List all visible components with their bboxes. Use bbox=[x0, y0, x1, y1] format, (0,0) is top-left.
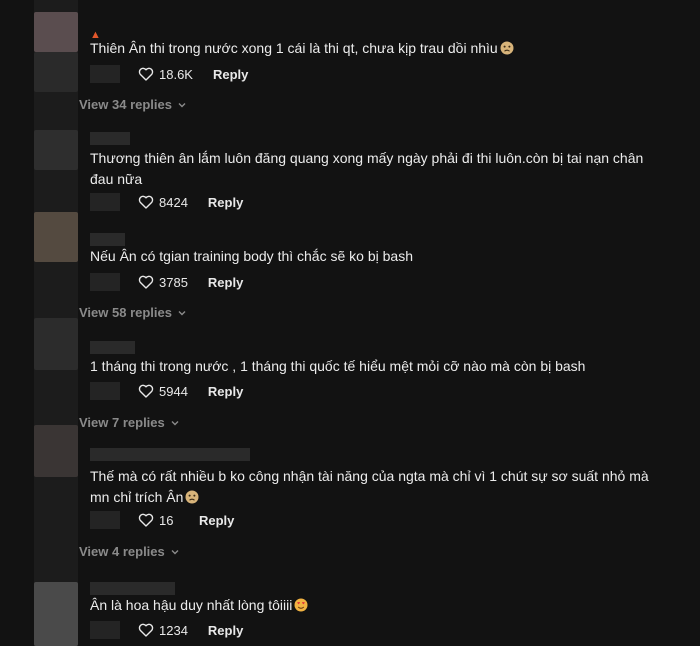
chevron-down-icon bbox=[171, 420, 179, 425]
reply-button[interactable]: Reply bbox=[208, 195, 243, 210]
like-count: 3785 bbox=[159, 274, 188, 290]
like-count: 18.6K bbox=[159, 66, 193, 82]
comment-username[interactable] bbox=[90, 233, 125, 246]
like-count: 16 bbox=[159, 512, 174, 528]
view-replies-button[interactable]: View 7 replies bbox=[79, 415, 180, 430]
comment-time bbox=[90, 273, 120, 291]
like-count: 5944 bbox=[159, 383, 188, 399]
view-replies-button[interactable]: View 58 replies bbox=[79, 305, 187, 320]
comment-text: 1 tháng thi trong nước , 1 tháng thi quố… bbox=[90, 358, 586, 374]
view-replies-button[interactable]: View 34 replies bbox=[79, 97, 187, 112]
reply-button[interactable]: Reply bbox=[199, 513, 234, 528]
comment-time bbox=[90, 382, 120, 400]
sad-face-icon bbox=[500, 41, 514, 55]
like-count: 1234 bbox=[159, 622, 188, 638]
comment-actions: 3785 Reply bbox=[90, 272, 243, 292]
like-count: 8424 bbox=[159, 194, 188, 210]
heart-icon[interactable] bbox=[138, 383, 154, 399]
heart-icon[interactable] bbox=[138, 66, 154, 82]
chevron-down-icon bbox=[171, 549, 179, 554]
comment-actions: 8424 Reply bbox=[90, 192, 243, 212]
sad-face-icon bbox=[185, 490, 199, 504]
reply-button[interactable]: Reply bbox=[208, 384, 243, 399]
avatar[interactable] bbox=[34, 12, 78, 52]
comment-time bbox=[90, 621, 120, 639]
heart-icon[interactable] bbox=[138, 512, 154, 528]
reply-button[interactable]: Reply bbox=[208, 623, 243, 638]
comment-time bbox=[90, 193, 120, 211]
heart-eyes-face-icon bbox=[294, 598, 308, 612]
comment-actions: 18.6K Reply bbox=[90, 64, 248, 84]
chevron-down-icon bbox=[178, 102, 186, 107]
heart-icon[interactable] bbox=[138, 622, 154, 638]
comment-username[interactable] bbox=[90, 582, 175, 595]
heart-icon[interactable] bbox=[138, 194, 154, 210]
comment-actions: 5944 Reply bbox=[90, 381, 243, 401]
comment-actions: 16 Reply bbox=[90, 510, 234, 530]
reply-button[interactable]: Reply bbox=[213, 67, 248, 82]
avatar[interactable] bbox=[34, 425, 78, 477]
comment-time bbox=[90, 511, 120, 529]
avatar[interactable] bbox=[34, 212, 78, 262]
comment-time bbox=[90, 65, 120, 83]
comment-actions: 1234 Reply bbox=[90, 620, 243, 640]
avatar[interactable] bbox=[34, 318, 78, 370]
comment-username[interactable] bbox=[90, 341, 135, 354]
reply-button[interactable]: Reply bbox=[208, 275, 243, 290]
comment-text: Thương thiên ân lắm luôn đăng quang xong… bbox=[90, 150, 644, 187]
avatar bbox=[34, 52, 78, 92]
view-replies-button[interactable]: View 4 replies bbox=[79, 544, 180, 559]
comment-username[interactable] bbox=[90, 132, 130, 145]
comment-text: Nếu Ân có tgian training body thì chắc s… bbox=[90, 248, 413, 264]
comment-text: Ân là hoa hậu duy nhất lòng tôiiii bbox=[90, 595, 670, 616]
avatar[interactable] bbox=[34, 582, 78, 646]
chevron-down-icon bbox=[178, 310, 186, 315]
comment-text: Thế mà có rất nhiều b ko công nhận tài n… bbox=[90, 468, 649, 505]
comment-username[interactable] bbox=[90, 448, 250, 461]
comment-text: Thiên Ân thi trong nước xong 1 cái là th… bbox=[90, 38, 670, 59]
avatar[interactable] bbox=[34, 130, 78, 170]
heart-icon[interactable] bbox=[138, 274, 154, 290]
